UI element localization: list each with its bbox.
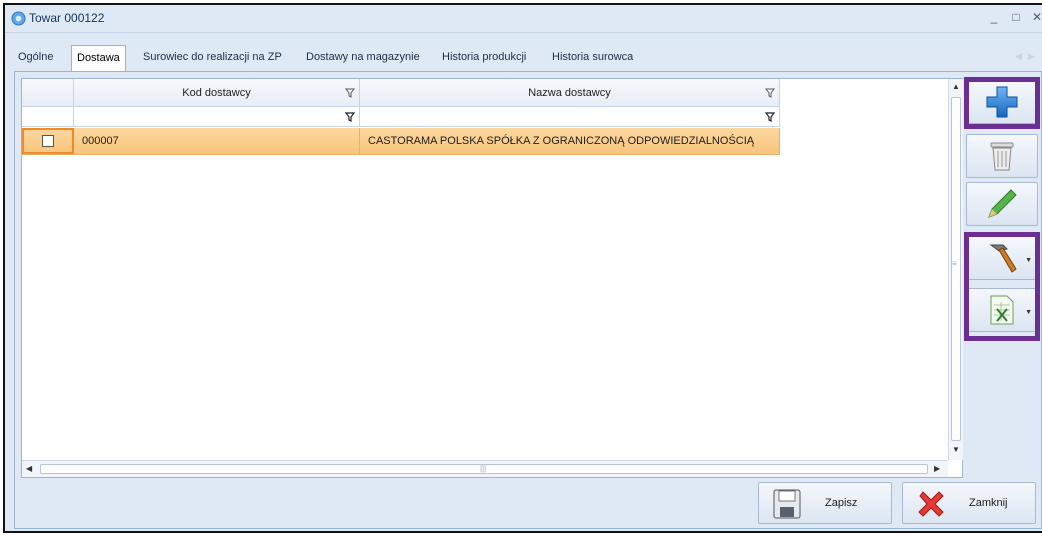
scroll-down-icon[interactable]: ▼ bbox=[952, 445, 960, 454]
vertical-scrollbar[interactable]: ▲ ≡ ▼ bbox=[948, 79, 963, 460]
tab-scroll-left-icon[interactable]: ◀ bbox=[1015, 51, 1022, 62]
scroll-grip-icon: ≡ bbox=[952, 259, 957, 268]
table-row[interactable]: 000007 CASTORAMA POLSKA SPÓŁKA Z OGRANIC… bbox=[22, 128, 780, 155]
edit-button[interactable] bbox=[966, 182, 1038, 226]
grid-filter-row bbox=[22, 107, 780, 127]
scroll-left-icon[interactable]: ◀ bbox=[26, 464, 32, 473]
filter-icon[interactable] bbox=[765, 111, 775, 122]
excel-icon bbox=[990, 295, 1014, 325]
tab-surowiec-zp[interactable]: Surowiec do realizacji na ZP bbox=[138, 45, 287, 71]
app-gear-icon bbox=[11, 11, 26, 26]
horizontal-scrollbar[interactable]: ◀ ||| ▶ bbox=[22, 460, 948, 477]
plus-icon bbox=[986, 86, 1018, 118]
filter-icon[interactable] bbox=[765, 88, 775, 98]
add-button[interactable] bbox=[966, 80, 1038, 124]
filter-cell-kod[interactable] bbox=[74, 107, 360, 126]
floppy-disk-icon bbox=[773, 489, 801, 519]
filter-icon[interactable] bbox=[345, 111, 355, 122]
save-button[interactable]: Zapisz bbox=[758, 482, 892, 524]
save-label: Zapisz bbox=[825, 497, 858, 509]
title-bar: Towar 000122 _ □ ✕ bbox=[5, 5, 1042, 33]
scroll-right-icon[interactable]: ▶ bbox=[934, 464, 940, 473]
window-title: Towar 000122 bbox=[29, 11, 105, 25]
tab-strip: Ogólne Dostawa Surowiec do realizacji na… bbox=[11, 45, 1039, 72]
tab-historia-surowca[interactable]: Historia surowca bbox=[547, 45, 638, 71]
tab-ogolne[interactable]: Ogólne bbox=[13, 45, 58, 71]
tools-dropdown-button[interactable]: ▼ bbox=[966, 236, 1038, 280]
minimize-button[interactable]: _ bbox=[986, 9, 1002, 25]
grid-header: Kod dostawcy Nazwa dostawcy bbox=[22, 79, 780, 107]
window: Towar 000122 _ □ ✕ Ogólne Dostawa Surowi… bbox=[3, 3, 1042, 533]
row-checkbox[interactable] bbox=[42, 135, 54, 147]
cell-nazwa-dostawcy: CASTORAMA POLSKA SPÓŁKA Z OGRANICZONĄ OD… bbox=[360, 128, 780, 154]
row-select-cell[interactable] bbox=[22, 128, 74, 154]
trash-icon bbox=[990, 142, 1014, 171]
close-label: Zamknij bbox=[969, 497, 1008, 509]
header-select-column bbox=[22, 79, 74, 106]
vertical-scroll-thumb[interactable] bbox=[951, 97, 961, 441]
dropdown-arrow-icon: ▼ bbox=[1025, 309, 1032, 316]
filter-cell-select bbox=[22, 107, 74, 126]
hammer-icon bbox=[989, 244, 1017, 273]
tab-content: Kod dostawcy Nazwa dostawcy 000007 CASTO… bbox=[14, 71, 1042, 529]
header-label: Nazwa dostawcy bbox=[528, 86, 611, 99]
tab-dostawa[interactable]: Dostawa bbox=[71, 45, 126, 72]
side-toolbar: ▼ ▼ bbox=[964, 77, 1040, 478]
cell-kod-dostawcy: 000007 bbox=[74, 128, 360, 154]
bottom-action-bar: Zapisz Zamknij bbox=[21, 482, 1036, 524]
pencil-icon bbox=[988, 189, 1017, 218]
tab-historia-produkcji[interactable]: Historia produkcji bbox=[437, 45, 531, 71]
tab-scroll-right-icon[interactable]: ▶ bbox=[1028, 51, 1035, 62]
excel-export-dropdown-button[interactable]: ▼ bbox=[966, 288, 1038, 332]
red-x-icon bbox=[918, 491, 944, 517]
dropdown-arrow-icon: ▼ bbox=[1025, 257, 1032, 264]
filter-cell-nazwa[interactable] bbox=[360, 107, 780, 126]
header-label: Kod dostawcy bbox=[182, 86, 251, 99]
delete-button[interactable] bbox=[966, 134, 1038, 178]
filter-icon[interactable] bbox=[345, 88, 355, 98]
close-button[interactable]: Zamknij bbox=[902, 482, 1036, 524]
maximize-button[interactable]: □ bbox=[1008, 9, 1024, 25]
scroll-grip-icon: ||| bbox=[480, 464, 487, 473]
close-window-button[interactable]: ✕ bbox=[1029, 9, 1042, 25]
suppliers-grid: Kod dostawcy Nazwa dostawcy 000007 CASTO… bbox=[21, 78, 963, 478]
scroll-up-icon[interactable]: ▲ bbox=[952, 82, 960, 91]
header-kod-dostawcy[interactable]: Kod dostawcy bbox=[74, 79, 360, 106]
header-nazwa-dostawcy[interactable]: Nazwa dostawcy bbox=[360, 79, 780, 106]
tab-dostawy-magazyn[interactable]: Dostawy na magazynie bbox=[301, 45, 425, 71]
